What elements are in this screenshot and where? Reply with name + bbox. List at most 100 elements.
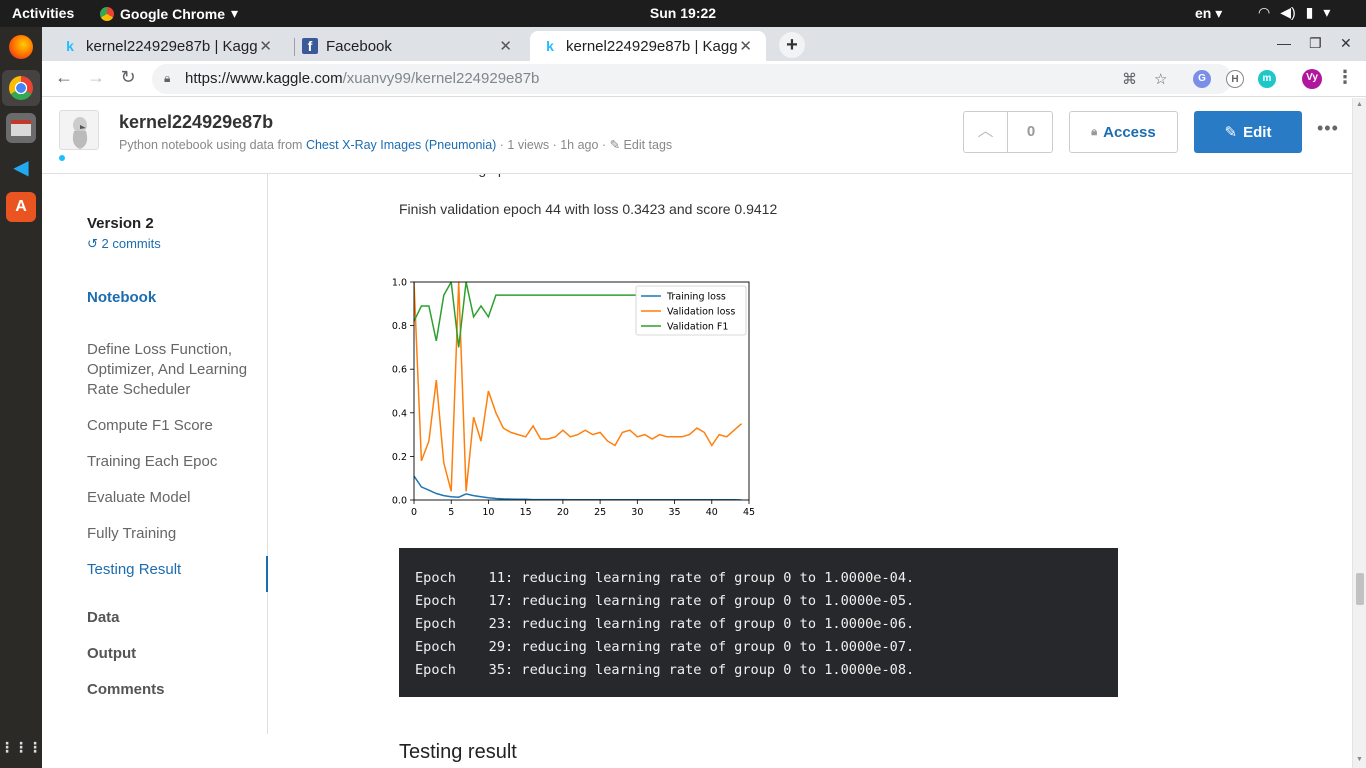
x-tick-label: 15 bbox=[520, 507, 532, 518]
edit-button[interactable]: ✎ Edit bbox=[1194, 111, 1302, 153]
browser-toolbar: ← → ↻ 🔒︎ https://www.kaggle.com/xuanvy99… bbox=[42, 61, 1366, 97]
output-line-validation: Finish validation epoch 44 with loss 0.3… bbox=[399, 201, 778, 217]
profile-avatar[interactable]: Vy bbox=[1302, 69, 1322, 89]
vote-widget: ︿ 0 bbox=[963, 111, 1053, 153]
access-label: Access bbox=[1103, 123, 1156, 141]
url-path: /xuanvy99/kernel224929e87b bbox=[342, 70, 540, 87]
code-line: Epoch 29: reducing learning rate of grou… bbox=[415, 639, 915, 655]
sidebar-item-f1-score[interactable]: Compute F1 Score bbox=[87, 416, 257, 436]
address-bar[interactable]: 🔒︎ https://www.kaggle.com/xuanvy99/kerne… bbox=[152, 64, 1232, 94]
system-tray[interactable]: ◠ ◀) ▮ ▾ bbox=[1258, 4, 1330, 21]
more-options-icon[interactable]: ••• bbox=[1317, 118, 1339, 139]
pencil-icon: ✎ bbox=[1224, 124, 1238, 141]
page-scrollbar[interactable]: ▲ ▼ bbox=[1352, 98, 1366, 768]
lock-icon: 🔒︎ bbox=[1091, 125, 1098, 138]
kaggle-page: kernel224929e87b Python notebook using d… bbox=[42, 98, 1366, 768]
language-indicator[interactable]: en ▾ bbox=[1195, 5, 1222, 22]
code-line: Epoch 35: reducing learning rate of grou… bbox=[415, 662, 915, 678]
firefox-icon[interactable] bbox=[6, 32, 36, 62]
edit-label: Edit bbox=[1243, 123, 1272, 141]
history-icon: ↺ bbox=[87, 236, 98, 251]
tab-strip: k kernel224929e87b | Kaggle ✕ f Facebook… bbox=[42, 27, 1366, 61]
extension-h-icon[interactable]: H bbox=[1226, 70, 1244, 88]
software-center-icon[interactable]: A bbox=[6, 192, 36, 222]
tab-kaggle-1[interactable]: k kernel224929e87b | Kaggle ✕ bbox=[50, 31, 286, 61]
scrollbar-thumb[interactable] bbox=[1356, 573, 1364, 605]
sidebar-item-fully-training[interactable]: Fully Training bbox=[87, 524, 257, 544]
y-tick-label: 0.0 bbox=[392, 496, 407, 507]
pencil-icon: ✎ bbox=[609, 138, 621, 152]
translate-icon[interactable]: ⌘ bbox=[1122, 70, 1137, 88]
x-tick-label: 35 bbox=[669, 507, 681, 518]
sidebar-item-data[interactable]: Data bbox=[87, 608, 257, 628]
kaggle-favicon-icon: k bbox=[546, 38, 554, 54]
edit-tags-link[interactable]: ✎ Edit tags bbox=[610, 138, 673, 152]
lr-scheduler-output: Epoch 11: reducing learning rate of grou… bbox=[399, 548, 1118, 697]
close-window-icon[interactable]: ✕ bbox=[1340, 35, 1352, 52]
star-icon[interactable]: ☆ bbox=[1154, 70, 1167, 88]
kernel-sidebar: Version 2 ↺ 2 commits Notebook Define Lo… bbox=[42, 174, 268, 734]
sidebar-item-notebook[interactable]: Notebook bbox=[87, 288, 257, 308]
sidebar-item-evaluate-model[interactable]: Evaluate Model bbox=[87, 488, 257, 508]
close-icon[interactable]: ✕ bbox=[499, 37, 512, 55]
tab-title: kernel224929e87b | Kaggle bbox=[86, 37, 258, 55]
lock-icon: 🔒︎ bbox=[164, 71, 171, 85]
app-menu[interactable]: Google Chrome ▾ bbox=[100, 5, 238, 22]
chevron-down-icon: ▾ bbox=[231, 5, 239, 21]
series-line-training-loss bbox=[414, 475, 742, 500]
commits-link[interactable]: ↺ 2 commits bbox=[87, 236, 161, 252]
vscode-icon[interactable]: ◀ bbox=[6, 152, 36, 182]
chrome-menu-icon[interactable]: ⋮ bbox=[1334, 67, 1356, 88]
clock[interactable]: Sun 19:22 bbox=[650, 5, 716, 21]
goose-avatar-icon bbox=[72, 117, 88, 149]
sidebar-item-training-epoc[interactable]: Training Each Epoc bbox=[87, 452, 257, 472]
sidebar-item-testing-result[interactable]: Testing Result bbox=[87, 560, 257, 580]
chrome-dock-icon[interactable] bbox=[2, 70, 40, 106]
system-top-bar: Activities Google Chrome ▾ Sun 19:22 en … bbox=[0, 0, 1366, 27]
back-icon[interactable]: ← bbox=[53, 67, 75, 88]
y-tick-label: 0.6 bbox=[392, 365, 407, 376]
sidebar-item-define-loss[interactable]: Define Loss Function, Optimizer, And Lea… bbox=[87, 340, 257, 400]
apps-grid-icon[interactable]: ⋮⋮⋮ bbox=[0, 732, 42, 762]
dataset-link[interactable]: Chest X-Ray Images (Pneumonia) bbox=[306, 138, 496, 152]
close-icon[interactable]: ✕ bbox=[259, 37, 272, 55]
reload-icon[interactable]: ↻ bbox=[117, 67, 139, 88]
new-tab-button[interactable]: + bbox=[779, 32, 805, 58]
access-button[interactable]: 🔒︎ Access bbox=[1069, 111, 1178, 153]
upvote-button[interactable]: ︿ bbox=[964, 112, 1008, 152]
x-tick-label: 40 bbox=[706, 507, 718, 518]
x-tick-label: 45 bbox=[743, 507, 755, 518]
files-icon[interactable] bbox=[6, 113, 36, 143]
x-tick-label: 20 bbox=[557, 507, 569, 518]
tab-facebook[interactable]: f Facebook ✕ bbox=[290, 31, 526, 61]
extension-translate-icon[interactable]: G bbox=[1193, 70, 1211, 88]
kernel-subtitle: Python notebook using data from Chest X-… bbox=[119, 137, 672, 152]
forward-icon[interactable]: → bbox=[85, 67, 107, 88]
scroll-down-icon[interactable]: ▼ bbox=[1356, 756, 1363, 763]
y-tick-label: 0.2 bbox=[392, 452, 407, 463]
section-heading-testing-result: Testing result bbox=[399, 741, 517, 763]
language-label: en bbox=[1195, 5, 1212, 21]
sidebar-item-output[interactable]: Output bbox=[87, 644, 257, 664]
sidebar-item-comments[interactable]: Comments bbox=[87, 680, 257, 700]
tab-title: Facebook bbox=[326, 37, 392, 55]
extension-m-icon[interactable]: m bbox=[1258, 70, 1276, 88]
kernel-title: kernel224929e87b bbox=[119, 112, 274, 132]
url-host: https://www.kaggle.com bbox=[185, 70, 343, 87]
x-tick-label: 30 bbox=[631, 507, 643, 518]
x-tick-label: 10 bbox=[482, 507, 494, 518]
tab-title: kernel224929e87b | Kaggle bbox=[566, 37, 738, 55]
scroll-up-icon[interactable]: ▲ bbox=[1356, 101, 1363, 108]
maximize-icon[interactable]: ❐ bbox=[1309, 35, 1322, 52]
subtitle-prefix: Python notebook using data from bbox=[119, 138, 303, 152]
activities-button[interactable]: Activities bbox=[12, 5, 74, 21]
vote-count: 0 bbox=[1026, 123, 1036, 140]
author-avatar[interactable] bbox=[59, 110, 99, 150]
chevron-up-icon: ︿ bbox=[977, 123, 994, 140]
wifi-icon: ◠ bbox=[1258, 4, 1271, 20]
tab-kaggle-active[interactable]: k kernel224929e87b | Kaggle ✕ bbox=[530, 31, 766, 61]
minimize-icon[interactable]: — bbox=[1277, 35, 1291, 51]
code-line: Epoch 17: reducing learning rate of grou… bbox=[415, 593, 915, 609]
kernel-header: kernel224929e87b Python notebook using d… bbox=[42, 98, 1352, 174]
close-icon[interactable]: ✕ bbox=[739, 37, 752, 55]
